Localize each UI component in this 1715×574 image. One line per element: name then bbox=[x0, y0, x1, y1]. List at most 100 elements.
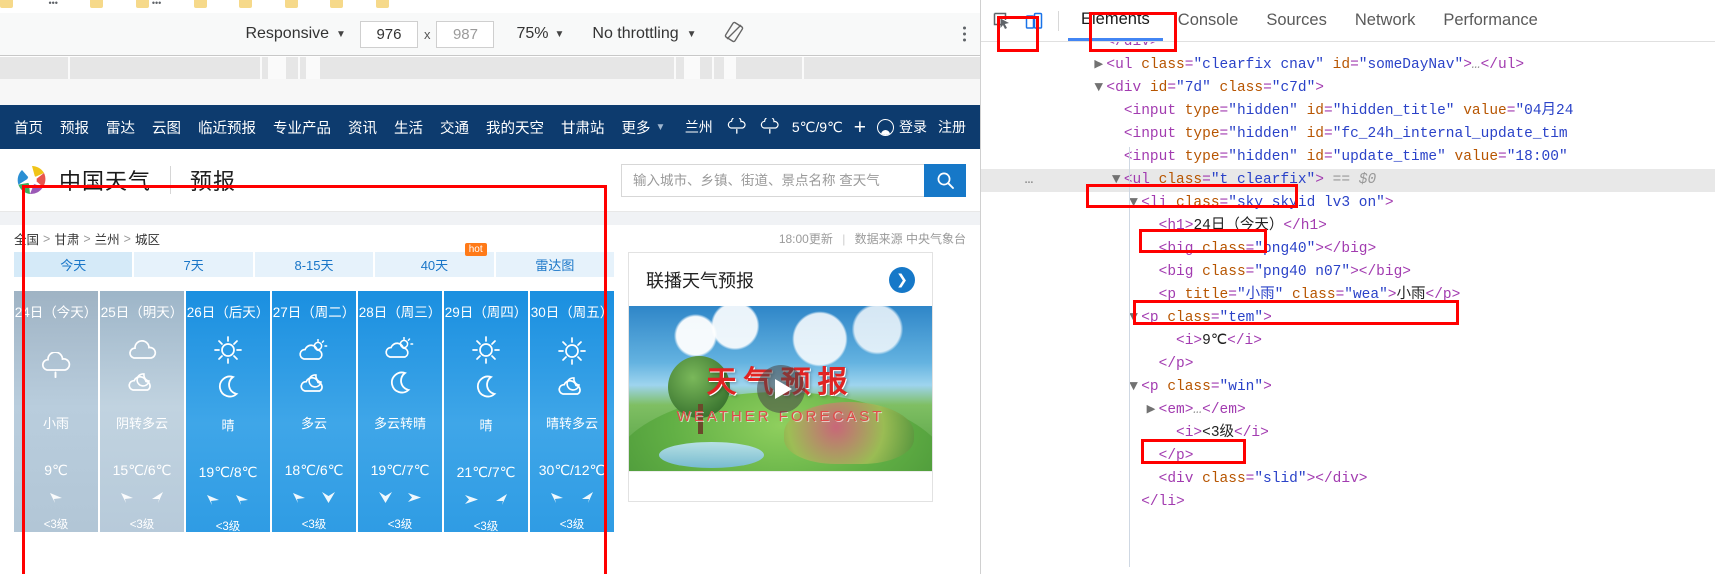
forecast-day-card[interactable]: 29日（周四） 晴 21℃/7℃ <3级 bbox=[444, 291, 530, 533]
breadcrumb-item-2[interactable]: 兰州 bbox=[95, 229, 120, 248]
nav-link-7[interactable]: 生活 bbox=[394, 117, 423, 138]
bookmark-item[interactable] bbox=[90, 0, 104, 12]
video-thumbnail[interactable]: 天气预报 WEATHER FORECAST bbox=[629, 306, 932, 471]
nav-temp-range: 5℃/9℃ bbox=[791, 118, 843, 135]
forecast-day-card[interactable]: 25日（明天） 阴转多云 15℃/6℃ <3级 bbox=[100, 291, 186, 532]
tab-network[interactable]: Network bbox=[1342, 1, 1429, 41]
bookmark-item[interactable] bbox=[193, 0, 207, 12]
device-preset-dropdown[interactable]: Responsive ▼ bbox=[235, 25, 356, 43]
bookmark-item[interactable]: ••• bbox=[135, 0, 161, 12]
bookmark-item[interactable] bbox=[284, 0, 298, 12]
nav-link-10[interactable]: 甘肃站 bbox=[561, 117, 605, 138]
login-button[interactable]: 登录 bbox=[877, 117, 927, 137]
dom-tree-line[interactable]: <h1>24日（今天）</h1> bbox=[981, 215, 1715, 238]
dom-tree-line[interactable]: <input type="hidden" id="update_time" va… bbox=[981, 146, 1715, 169]
tab-40days[interactable]: 40天 hot bbox=[375, 243, 496, 277]
bookmark-item[interactable] bbox=[330, 0, 344, 12]
dom-tree-line[interactable]: ▼ <p class="tem"> bbox=[981, 307, 1715, 330]
breadcrumb-item-3[interactable]: 城区 bbox=[135, 229, 160, 248]
viewport-height-input[interactable]: 987 bbox=[436, 20, 495, 48]
zoom-dropdown[interactable]: 75% ▼ bbox=[498, 25, 578, 43]
bookmark-item[interactable]: ••• bbox=[45, 0, 57, 12]
video-card[interactable]: 联播天气预报 ❯ 天气预报 WEATHER FORECAST bbox=[628, 252, 933, 502]
bookmark-item[interactable] bbox=[375, 0, 389, 12]
expand-arrow-down-icon[interactable]: ▼ bbox=[1112, 169, 1124, 192]
breadcrumb-item-0[interactable]: 全国 bbox=[14, 229, 39, 248]
nav-link-0[interactable]: 首页 bbox=[14, 117, 43, 138]
dom-tree-line[interactable]: ▶ <em>…</em> bbox=[981, 399, 1715, 422]
network-throttling-dropdown[interactable]: No throttling ▼ bbox=[578, 25, 710, 43]
dom-tree-line[interactable]: ▼ <div id="7d" class="c7d"> bbox=[981, 77, 1715, 100]
tab-today[interactable]: 今天 bbox=[14, 252, 135, 277]
dom-tree-line[interactable]: ▶ <ul class="clearfix cnav" id="someDayNa… bbox=[981, 54, 1715, 77]
wind-arrow-down bbox=[377, 490, 394, 509]
nav-link-3[interactable]: 云图 bbox=[152, 117, 181, 138]
dom-tree-line[interactable]: <i><3级</i> bbox=[981, 422, 1715, 445]
expand-arrow-down-icon[interactable]: ▼ bbox=[1129, 376, 1141, 399]
dom-tree-line[interactable]: <i>9℃</i> bbox=[981, 330, 1715, 353]
dom-tree-line[interactable]: </p> bbox=[981, 445, 1715, 468]
inspect-element-icon[interactable] bbox=[987, 7, 1017, 35]
expand-arrow-down-icon[interactable]: ▼ bbox=[1129, 307, 1141, 330]
user-avatar-icon bbox=[877, 118, 894, 136]
expand-arrow-right-icon[interactable]: ▶ bbox=[1094, 54, 1106, 77]
tab-elements[interactable]: Elements bbox=[1068, 1, 1163, 41]
dom-tree-line[interactable]: … ▼<ul class="t clearfix"> == $0 bbox=[981, 169, 1715, 192]
dom-tree-line[interactable]: </li> bbox=[981, 491, 1715, 514]
dom-tree-line[interactable]: <input type="hidden" id="hidden_title" v… bbox=[981, 100, 1715, 123]
dom-tree-line[interactable]: ▼ <p class="win"> bbox=[981, 376, 1715, 399]
search-button[interactable] bbox=[924, 163, 966, 197]
tab-sources[interactable]: Sources bbox=[1253, 1, 1340, 41]
play-button-icon[interactable] bbox=[756, 364, 805, 413]
dom-token-tag: big bbox=[1167, 264, 1194, 280]
tab-console[interactable]: Console bbox=[1165, 1, 1252, 41]
bookmark-item[interactable] bbox=[239, 0, 253, 12]
forecast-day-card[interactable]: 30日（周五） 晴转多云 30℃/12℃ <3级 bbox=[530, 291, 614, 532]
tab-performance[interactable]: Performance bbox=[1430, 1, 1550, 41]
tab-8to15days[interactable]: 8-15天 bbox=[254, 252, 376, 277]
bookmarks-bar[interactable]: ••• ••• bbox=[0, 0, 980, 12]
dom-no-twisty bbox=[1112, 100, 1124, 123]
toggle-device-toolbar-icon[interactable] bbox=[1019, 7, 1049, 35]
plus-icon[interactable]: + bbox=[854, 117, 866, 138]
dom-tree-line[interactable]: </div> bbox=[981, 42, 1715, 54]
rotate-icon[interactable] bbox=[723, 21, 745, 48]
nav-link-5[interactable]: 专业产品 bbox=[273, 117, 331, 138]
device-toolbar-more-icon[interactable] bbox=[963, 26, 966, 42]
nav-link-6[interactable]: 资讯 bbox=[348, 117, 377, 138]
tab-radar[interactable]: 雷达图 bbox=[495, 252, 615, 277]
bookmark-item[interactable] bbox=[0, 0, 13, 12]
wind-arrow-ne bbox=[578, 490, 595, 509]
nav-link-9[interactable]: 我的天空 bbox=[486, 117, 544, 138]
forecast-day-card[interactable]: 28日（周三） 多云转晴 19℃/7℃ <3级 bbox=[358, 291, 444, 532]
nav-more-dropdown[interactable]: 更多 ▼ bbox=[622, 117, 666, 138]
brand-name[interactable]: 中国天气 bbox=[59, 164, 151, 196]
dom-tree-line[interactable]: <div class="slid"></div> bbox=[981, 468, 1715, 491]
dom-tree-line[interactable]: </p> bbox=[981, 353, 1715, 376]
dom-token-tag: input bbox=[1132, 126, 1177, 142]
forecast-day-card[interactable]: 24日（今天） 小雨 9℃ <3级 bbox=[14, 291, 100, 532]
dom-tree-line[interactable]: <big class="png40 n07"></big> bbox=[981, 261, 1715, 284]
forecast-day-card[interactable]: 27日（周二） 多云 18℃/6℃ <3级 bbox=[272, 291, 358, 532]
tab-7days[interactable]: 7天 bbox=[134, 252, 255, 277]
nav-link-1[interactable]: 预报 bbox=[60, 117, 89, 138]
expand-arrow-down-icon[interactable]: ▼ bbox=[1129, 192, 1141, 215]
dom-tree[interactable]: </div> ▶ <ul class="clearfix cnav" id="so… bbox=[981, 42, 1715, 574]
dom-tree-line[interactable]: <big class="png40"></big> bbox=[981, 238, 1715, 261]
expand-arrow-down-icon[interactable]: ▼ bbox=[1094, 77, 1106, 100]
nav-link-4[interactable]: 临近预报 bbox=[198, 117, 256, 138]
nav-link-8[interactable]: 交通 bbox=[440, 117, 469, 138]
chevron-right-circle-icon[interactable]: ❯ bbox=[889, 266, 915, 293]
nav-city-label[interactable]: 兰州 bbox=[685, 117, 713, 137]
register-button[interactable]: 注册 bbox=[938, 117, 966, 137]
nav-link-2[interactable]: 雷达 bbox=[106, 117, 135, 138]
expand-arrow-right-icon[interactable]: ▶ bbox=[1147, 399, 1159, 422]
forecast-date: 24日（今天） bbox=[14, 305, 98, 320]
forecast-day-card[interactable]: 26日（后天） 晴 19℃/8℃ <3级 bbox=[186, 291, 272, 533]
viewport-width-input[interactable]: 976 bbox=[359, 20, 418, 48]
dom-tree-line[interactable]: <p title="小雨" class="wea">小雨</p> bbox=[981, 284, 1715, 307]
breadcrumb-item-1[interactable]: 甘肃 bbox=[54, 229, 79, 248]
dom-tree-line[interactable]: ▼ <li class="sky skyid lv3 on"> bbox=[981, 192, 1715, 215]
dom-tree-line[interactable]: <input type="hidden" id="fc_24h_internal… bbox=[981, 123, 1715, 146]
search-input[interactable] bbox=[621, 163, 924, 197]
